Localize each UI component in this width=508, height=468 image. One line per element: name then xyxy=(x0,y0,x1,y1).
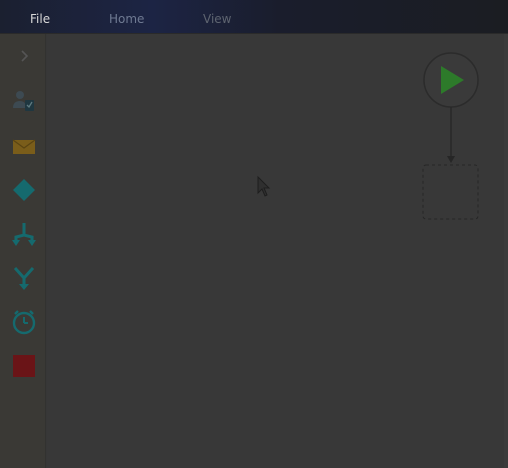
toolbox-expand-button[interactable] xyxy=(7,39,41,73)
menu-home[interactable]: Home xyxy=(109,0,144,34)
sequence-flow-connector[interactable] xyxy=(447,107,455,163)
tool-gateway[interactable] xyxy=(7,173,41,207)
diagram-canvas[interactable] xyxy=(47,34,508,468)
diamond-gateway-icon xyxy=(13,179,35,201)
split-flow-icon xyxy=(12,223,36,246)
tool-message[interactable] xyxy=(7,130,41,164)
menu-view[interactable]: View xyxy=(203,0,231,34)
stop-square-icon xyxy=(13,355,35,377)
menu-bar: File Home View xyxy=(0,0,508,34)
tool-timer[interactable] xyxy=(7,305,41,339)
merge-flow-icon xyxy=(13,266,35,290)
toolbox-panel xyxy=(0,34,46,468)
timer-icon xyxy=(12,310,36,335)
canvas-scroll-edge xyxy=(504,34,508,468)
envelope-icon xyxy=(12,139,36,154)
menu-file[interactable]: File xyxy=(30,0,50,34)
user-task-icon xyxy=(13,91,34,111)
placeholder-step-node[interactable] xyxy=(422,164,479,220)
flow-diagram xyxy=(257,52,479,220)
tool-parallel-split[interactable] xyxy=(7,217,41,251)
tool-merge[interactable] xyxy=(7,261,41,295)
chevron-right-icon xyxy=(21,50,29,62)
tool-end-event[interactable] xyxy=(7,349,41,383)
tool-user-task[interactable] xyxy=(7,84,41,118)
mouse-cursor xyxy=(257,175,271,197)
start-event-node[interactable] xyxy=(423,52,479,108)
